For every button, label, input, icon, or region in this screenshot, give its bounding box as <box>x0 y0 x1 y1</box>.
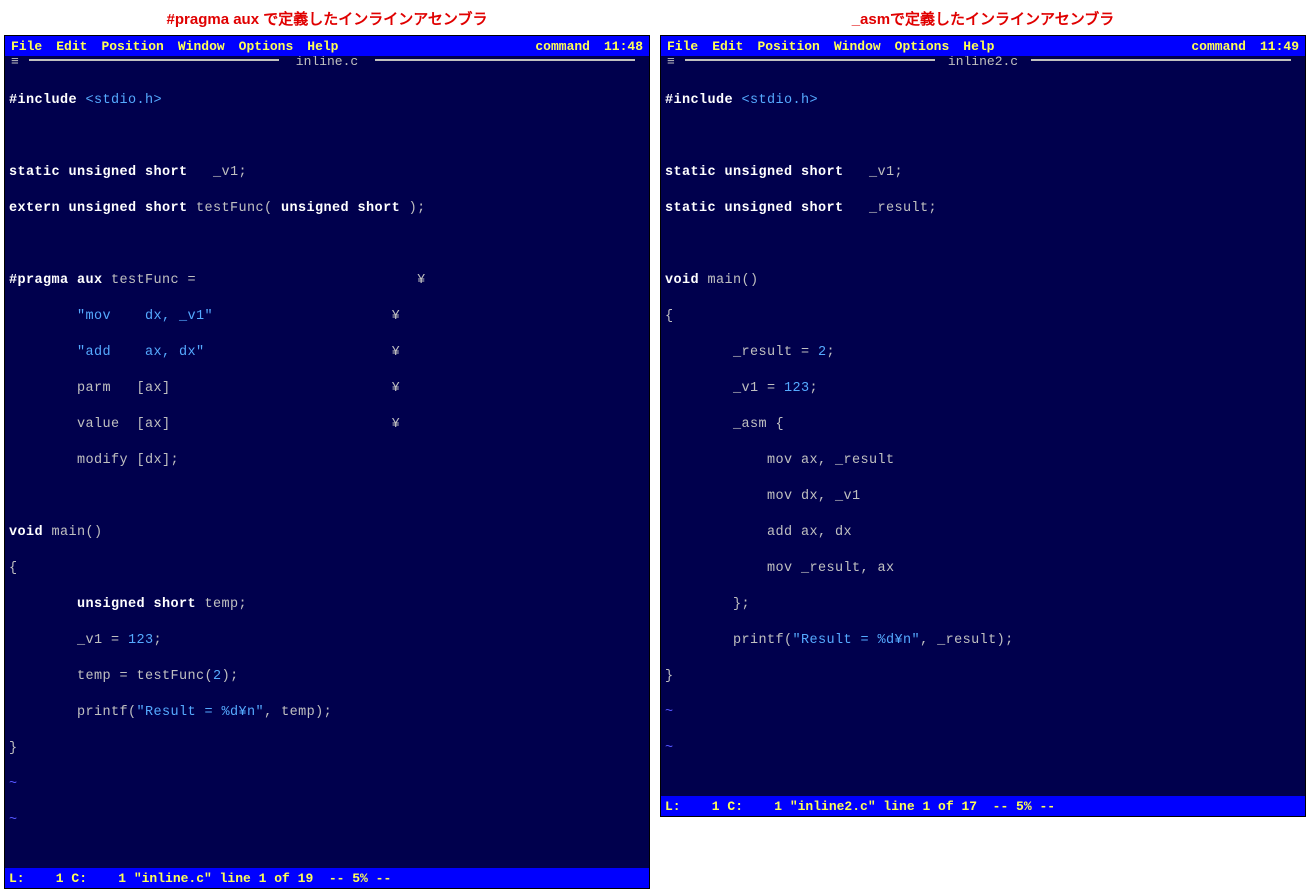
left-editor: File Edit Position Window Options Help c… <box>4 35 650 889</box>
left-editor-panel: #pragma aux で定義したインラインアセンブラ File Edit Po… <box>4 4 650 518</box>
right-caption: _asmで定義したインラインアセンブラ <box>660 4 1306 35</box>
control-menu-icon[interactable]: ≡ <box>667 56 674 69</box>
filename-label: inline2.c <box>944 56 1022 69</box>
filename-label: inline.c <box>292 56 362 69</box>
left-caption: #pragma aux で定義したインラインアセンブラ <box>4 4 650 35</box>
menu-window[interactable]: Window <box>834 39 881 54</box>
right-editor: File Edit Position Window Options Help c… <box>660 35 1306 817</box>
status-bar: L: 1 C: 1 "inline2.c" line 1 of 17 -- 5%… <box>661 796 1305 816</box>
menu-bar: File Edit Position Window Options Help c… <box>661 36 1305 56</box>
control-menu-icon[interactable]: ≡ <box>11 56 18 69</box>
clock: 11:49 <box>1260 39 1299 54</box>
menu-bar: File Edit Position Window Options Help c… <box>5 36 649 56</box>
title-line: ≡ inline.c <box>5 56 649 72</box>
right-editor-panel: _asmで定義したインラインアセンブラ File Edit Position W… <box>660 4 1306 518</box>
menu-help[interactable]: Help <box>307 39 338 54</box>
menu-edit[interactable]: Edit <box>56 39 87 54</box>
menu-edit[interactable]: Edit <box>712 39 743 54</box>
menu-help[interactable]: Help <box>963 39 994 54</box>
menu-options[interactable]: Options <box>895 39 950 54</box>
menu-file[interactable]: File <box>667 39 698 54</box>
code-area[interactable]: #include <stdio.h> static unsigned short… <box>661 72 1305 796</box>
menu-position[interactable]: Position <box>757 39 819 54</box>
title-line: ≡ inline2.c <box>661 56 1305 72</box>
menu-file[interactable]: File <box>11 39 42 54</box>
menu-window[interactable]: Window <box>178 39 225 54</box>
mode-indicator: command <box>1191 39 1246 54</box>
clock: 11:48 <box>604 39 643 54</box>
menu-position[interactable]: Position <box>101 39 163 54</box>
code-area[interactable]: #include <stdio.h> static unsigned short… <box>5 72 649 868</box>
mode-indicator: command <box>535 39 590 54</box>
status-bar: L: 1 C: 1 "inline.c" line 1 of 19 -- 5% … <box>5 868 649 888</box>
menu-options[interactable]: Options <box>239 39 294 54</box>
